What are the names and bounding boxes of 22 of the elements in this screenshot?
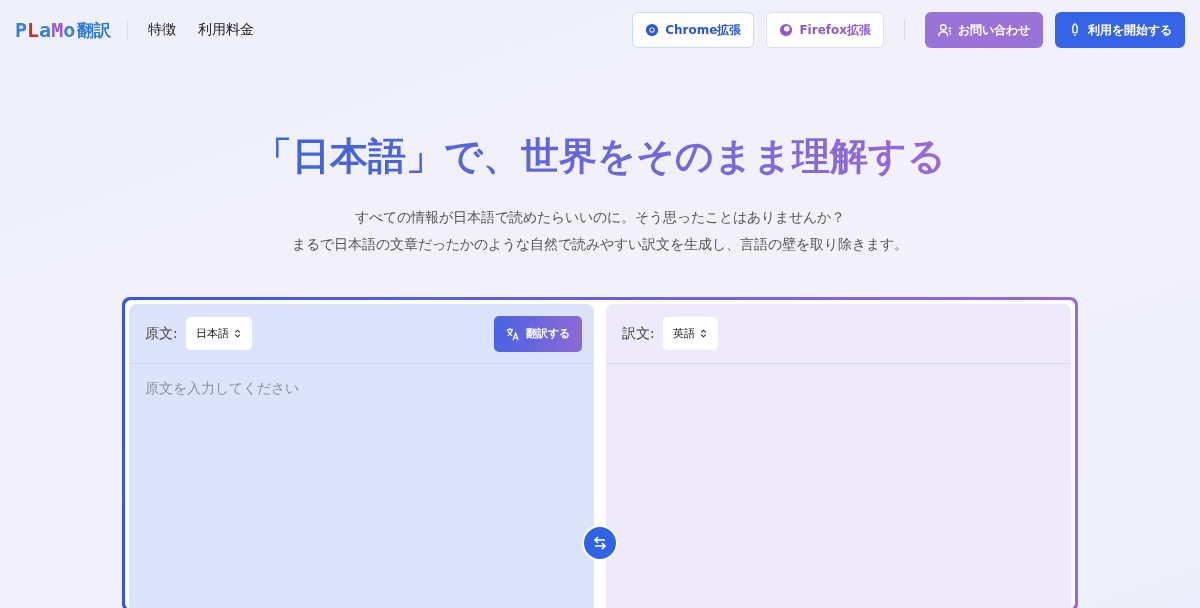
swap-icon — [592, 535, 608, 551]
logo[interactable]: PLaMo翻訳 — [15, 18, 112, 42]
panel-label: 訳文: — [622, 324, 655, 343]
person-list-icon — [938, 23, 952, 37]
nav-link[interactable]: 利用料金 — [198, 21, 255, 39]
hero-text: まるで日本語の文章だったかのような自然で読みやすい訳文を生成し、言語の壁を取り除きます。 — [291, 235, 909, 254]
source-text-field[interactable]: 原文を入力してください — [129, 364, 594, 608]
firefox-extension-button[interactable]: Firefox拡張 — [766, 12, 884, 48]
chrome-extension-button[interactable]: Chrome拡張 — [632, 12, 755, 48]
globe-icon — [779, 23, 794, 37]
nav-link[interactable]: 特徴 — [148, 21, 177, 39]
start-button[interactable]: 利用を開始する — [1055, 12, 1185, 48]
updown-icon — [698, 329, 708, 338]
translate-button[interactable]: 翻訳する — [494, 315, 582, 352]
chrome-icon — [645, 23, 660, 37]
language-select[interactable]: 英語 — [662, 317, 718, 350]
updown-icon — [232, 329, 242, 338]
language-select[interactable]: 日本語 — [185, 317, 252, 350]
translate-icon — [506, 326, 520, 341]
panel-label: 原文: — [145, 324, 178, 343]
contact-button[interactable]: お問い合わせ — [925, 12, 1043, 48]
hero-text: すべての情報が日本語で読めたらいいのに。そう思ったことはありませんか？ — [354, 208, 846, 227]
